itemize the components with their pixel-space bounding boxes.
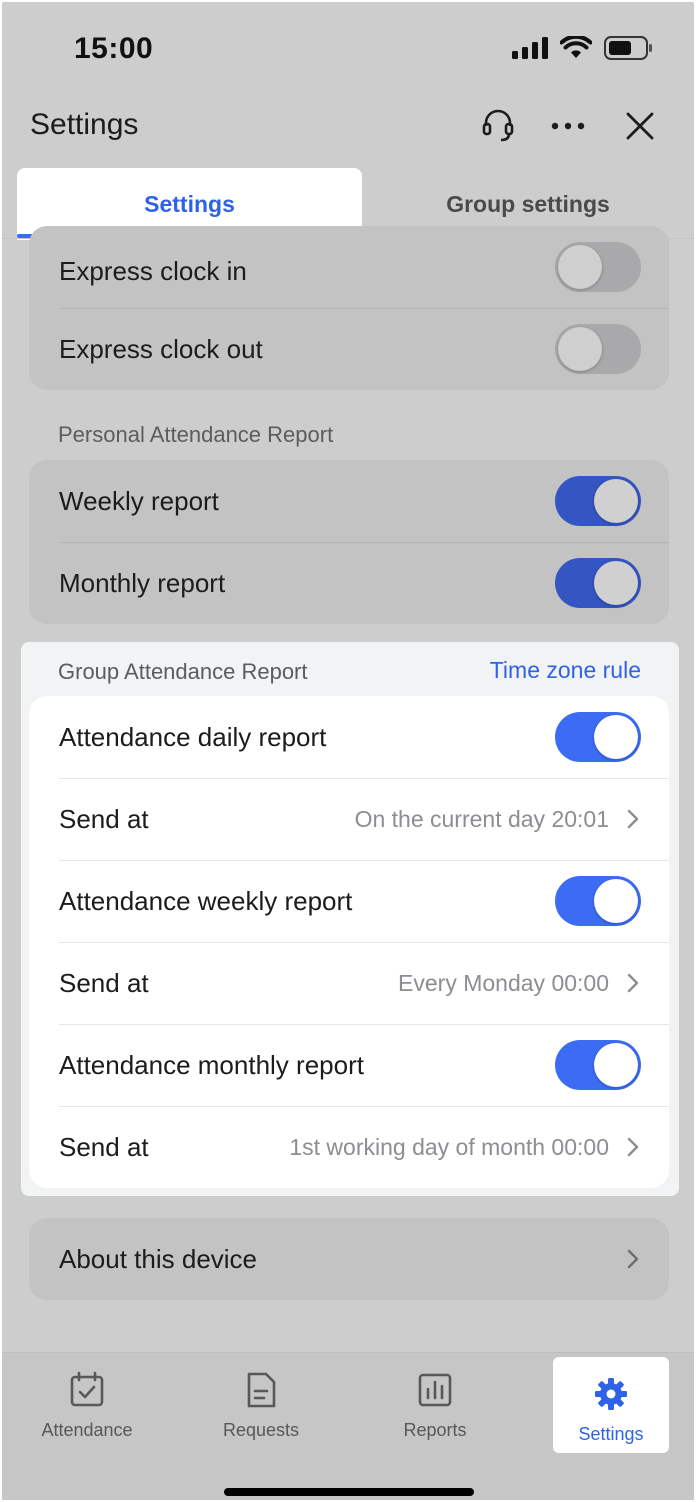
gear-icon	[592, 1375, 630, 1413]
app-screen: 15:00 Settings Settings Group settings E…	[2, 2, 694, 1500]
toggle-knob	[594, 561, 638, 605]
toggle-knob	[594, 479, 638, 523]
daily-send-at-row[interactable]: Send at On the current day 20:01	[29, 778, 669, 860]
daily-send-at-label: Send at	[59, 803, 149, 834]
personal-report-card: Weekly report Monthly report	[29, 460, 669, 624]
about-device-row[interactable]: About this device	[29, 1218, 669, 1300]
monthly-report-toggle[interactable]	[555, 558, 641, 608]
bottom-nav: Attendance Requests Reports Settings	[2, 1352, 694, 1500]
toggle-knob	[558, 245, 602, 289]
weekly-report-label: Weekly report	[59, 485, 219, 516]
monthly-group-report-toggle[interactable]	[555, 1040, 641, 1090]
toggle-knob	[558, 327, 602, 371]
chevron-right-icon	[627, 1249, 639, 1274]
cellular-signal-icon	[512, 37, 548, 59]
nav-requests[interactable]: Requests	[203, 1353, 319, 1449]
daily-report-toggle[interactable]	[555, 712, 641, 762]
chevron-right-icon	[627, 973, 639, 998]
express-clock-in-toggle[interactable]	[555, 242, 641, 292]
more-icon[interactable]	[548, 106, 588, 146]
nav-attendance-label: Attendance	[41, 1420, 133, 1440]
toggle-knob	[594, 1043, 638, 1087]
weekly-report-row: Weekly report	[29, 460, 669, 542]
express-clock-out-row: Express clock out	[29, 308, 669, 390]
about-device-label: About this device	[59, 1243, 258, 1274]
nav-requests-label: Requests	[222, 1420, 300, 1440]
calendar-check-icon	[68, 1371, 106, 1409]
daily-report-label: Attendance daily report	[59, 721, 327, 752]
group-report-panel: Group Attendance Report Time zone rule A…	[21, 642, 679, 1196]
express-clock-card: Express clock in Express clock out	[29, 226, 669, 390]
nav-settings[interactable]: Settings	[553, 1357, 669, 1453]
weekly-group-report-label: Attendance weekly report	[59, 885, 353, 916]
personal-report-section-label: Personal Attendance Report	[58, 422, 334, 447]
headset-support-icon[interactable]	[478, 106, 518, 146]
express-clock-in-row: Express clock in	[29, 226, 669, 308]
status-time: 15:00	[74, 32, 154, 65]
bar-chart-icon	[416, 1371, 454, 1409]
express-clock-out-toggle[interactable]	[555, 324, 641, 374]
monthly-send-at-label: Send at	[59, 1131, 149, 1162]
toggle-knob	[594, 879, 638, 923]
weekly-send-at-row[interactable]: Send at Every Monday 00:00	[29, 942, 669, 1024]
weekly-send-at-label: Send at	[59, 967, 149, 998]
battery-icon	[604, 36, 654, 60]
nav-settings-label: Settings	[578, 1424, 644, 1444]
group-report-section-label: Group Attendance Report	[58, 659, 308, 684]
daily-report-row: Attendance daily report	[29, 696, 669, 778]
wifi-icon	[560, 36, 592, 60]
monthly-group-report-row: Attendance monthly report	[29, 1024, 669, 1106]
about-device-card[interactable]: About this device	[29, 1218, 669, 1300]
chevron-right-icon	[627, 1137, 639, 1162]
weekly-send-at-value: Every Monday 00:00	[398, 969, 609, 996]
status-icons	[512, 36, 654, 60]
nav-reports[interactable]: Reports	[377, 1353, 493, 1449]
daily-send-at-value: On the current day 20:01	[354, 805, 609, 832]
time-zone-rule-link[interactable]: Time zone rule	[490, 657, 641, 684]
document-icon	[242, 1371, 280, 1409]
tab-settings-label: Settings	[144, 190, 235, 217]
nav-reports-label: Reports	[403, 1420, 467, 1440]
express-clock-in-label: Express clock in	[59, 255, 247, 286]
monthly-report-row: Monthly report	[29, 542, 669, 624]
nav-attendance[interactable]: Attendance	[29, 1353, 145, 1449]
group-report-card: Attendance daily report Send at On the c…	[29, 696, 669, 1188]
weekly-group-report-row: Attendance weekly report	[29, 860, 669, 942]
weekly-group-report-toggle[interactable]	[555, 876, 641, 926]
tab-group-settings-label: Group settings	[446, 190, 610, 217]
home-indicator	[224, 1488, 474, 1496]
monthly-send-at-row[interactable]: Send at 1st working day of month 00:00	[29, 1106, 669, 1188]
weekly-report-toggle[interactable]	[555, 476, 641, 526]
page-title: Settings	[30, 108, 139, 141]
chevron-right-icon	[627, 809, 639, 834]
monthly-send-at-value: 1st working day of month 00:00	[289, 1133, 609, 1160]
express-clock-out-label: Express clock out	[59, 333, 263, 364]
close-icon[interactable]	[620, 106, 660, 146]
monthly-report-label: Monthly report	[59, 567, 226, 598]
toggle-knob	[594, 715, 638, 759]
monthly-group-report-label: Attendance monthly report	[59, 1049, 364, 1080]
